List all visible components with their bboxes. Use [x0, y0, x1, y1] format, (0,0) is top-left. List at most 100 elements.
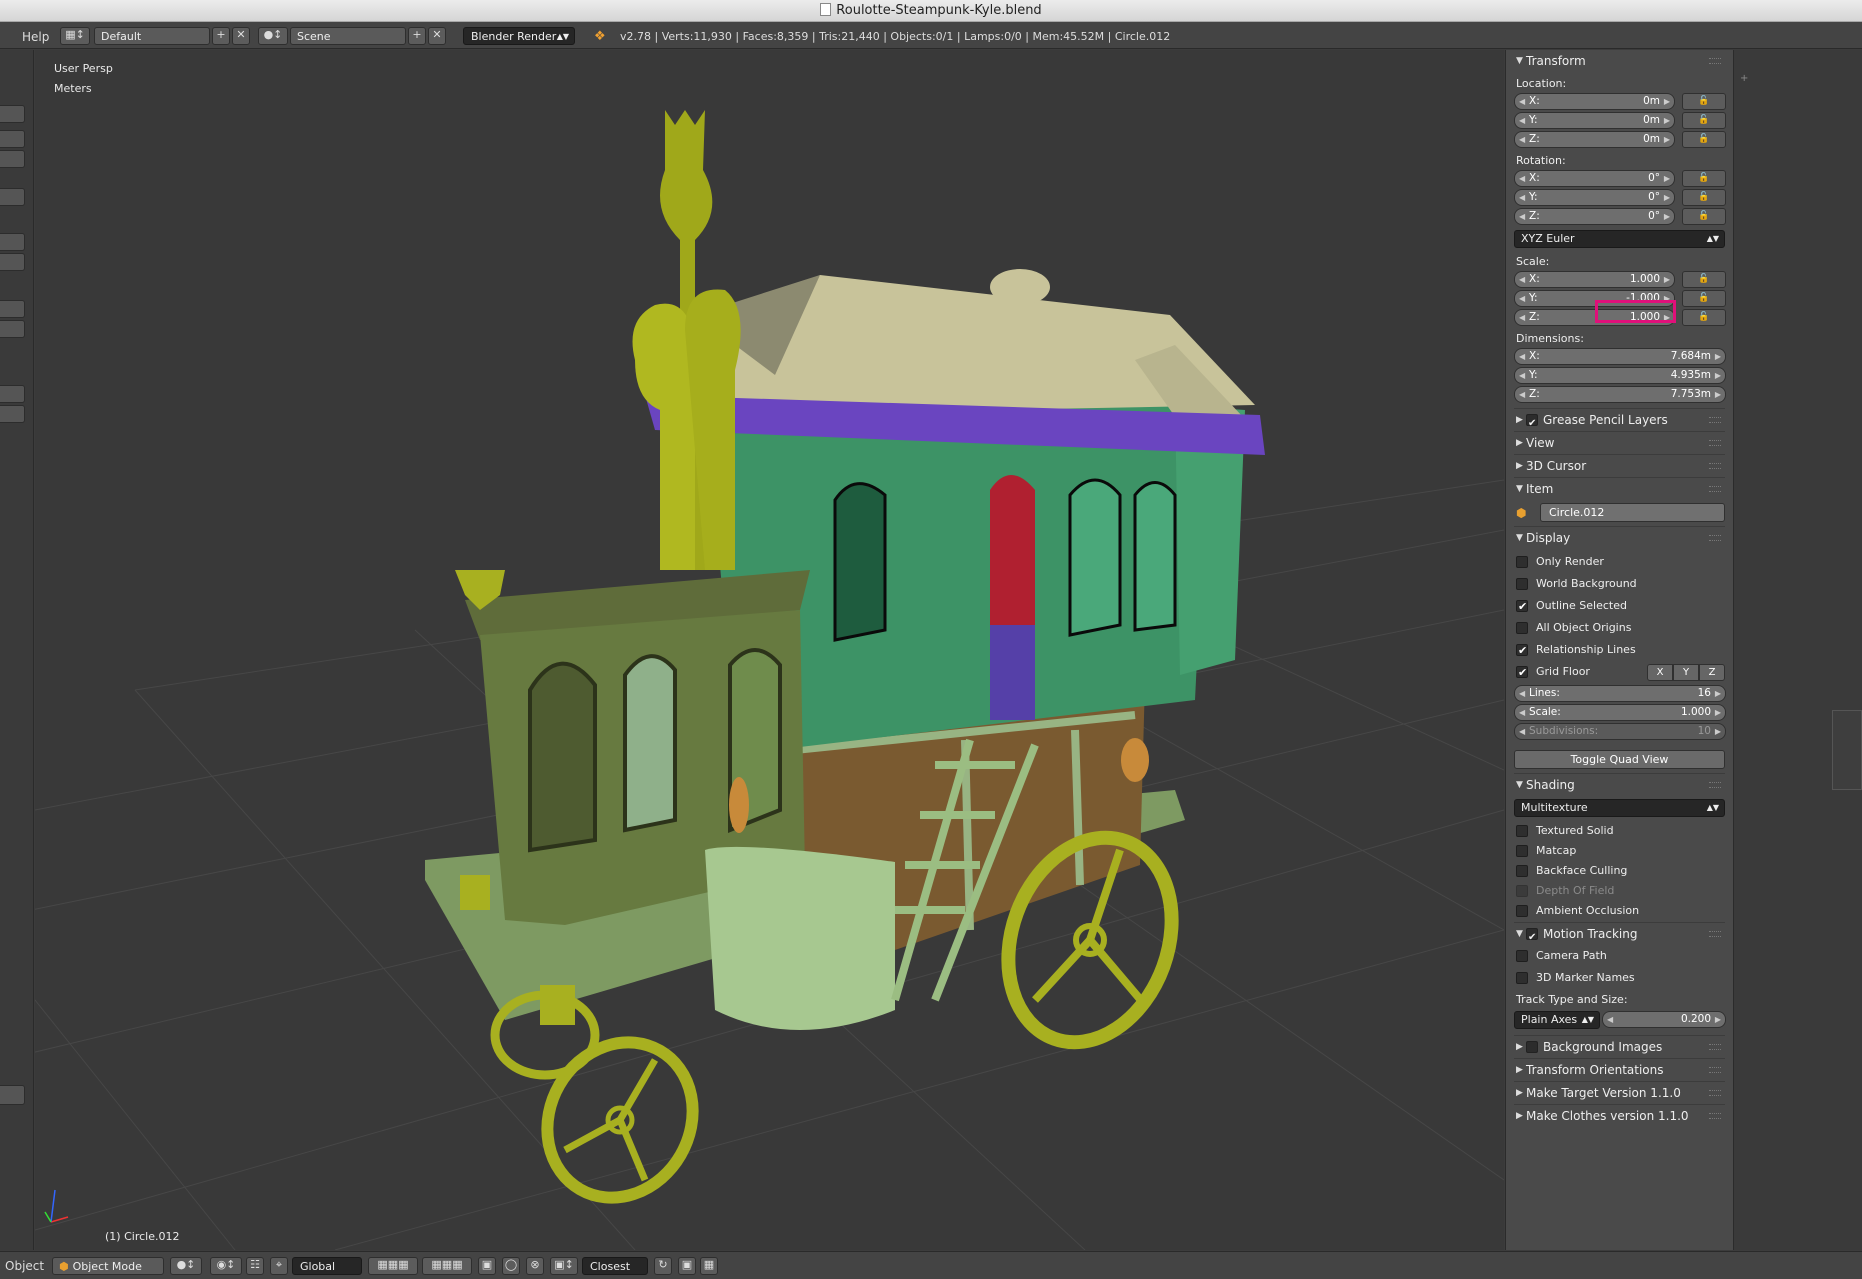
mode-selector[interactable]: ⬢ Object Mode	[52, 1257, 164, 1275]
make-target-header[interactable]: ▶ Make Target Version 1.1.0	[1514, 1081, 1725, 1104]
manipulator-icon[interactable]: ☷	[246, 1257, 264, 1275]
render-anim-icon[interactable]: ▦	[700, 1257, 718, 1275]
relationship-lines-checkbox[interactable]: Relationship Lines	[1514, 639, 1725, 662]
grid-floor-checkbox[interactable]: Grid Floor X Y Z	[1514, 661, 1725, 684]
grid-scale-field[interactable]: ◀ Scale: 1.000 ▶	[1514, 704, 1726, 721]
background-images-checkbox[interactable]	[1526, 1041, 1538, 1053]
outline-selected-checkbox[interactable]: Outline Selected	[1514, 595, 1725, 618]
lock-icon[interactable]: 🔓	[1682, 309, 1726, 326]
drag-grip-icon[interactable]	[1709, 417, 1721, 423]
track-size-field[interactable]: ◀ 0.200 ▶	[1602, 1011, 1726, 1028]
depth-of-field-checkbox[interactable]: Depth Of Field	[1514, 882, 1725, 900]
ambient-occlusion-checkbox[interactable]: Ambient Occlusion	[1514, 900, 1725, 922]
drag-grip-icon[interactable]	[1709, 463, 1721, 469]
tool-tab[interactable]	[0, 320, 25, 338]
vector-field[interactable]: ◀ Z: 7.753m ▶	[1514, 386, 1726, 403]
transform-orientations-header[interactable]: ▶ Transform Orientations	[1514, 1058, 1725, 1081]
display-header[interactable]: ▼ Display	[1514, 526, 1725, 549]
lock-icon[interactable]: 🔓	[1682, 131, 1726, 148]
render-still-icon[interactable]: ▣	[678, 1257, 696, 1275]
drag-grip-icon[interactable]	[1709, 1113, 1721, 1119]
lock-icon[interactable]: 🔓	[1682, 208, 1726, 225]
snap-element-icon[interactable]: ▣↕	[550, 1257, 578, 1275]
tool-tab[interactable]	[0, 105, 25, 123]
matcap-checkbox[interactable]: Matcap	[1514, 842, 1725, 860]
grid-axis-x-toggle[interactable]: X	[1647, 664, 1673, 681]
tool-tab[interactable]	[0, 1085, 25, 1105]
drag-grip-icon[interactable]	[1709, 535, 1721, 541]
tool-tab[interactable]	[0, 385, 25, 403]
camera-path-checkbox[interactable]: Camera Path	[1514, 945, 1725, 967]
remove-layout-icon[interactable]: ✕	[232, 27, 250, 45]
object-name-input[interactable]: Circle.012	[1540, 503, 1725, 522]
backface-culling-checkbox[interactable]: Backface Culling	[1514, 860, 1725, 882]
grid-lines-field[interactable]: ◀ Lines: 16 ▶	[1514, 685, 1726, 702]
lock-icon[interactable]: 🔓	[1682, 271, 1726, 288]
tool-tab[interactable]	[0, 405, 25, 423]
motion-tracking-header[interactable]: ▼ ✔ Motion Tracking	[1514, 922, 1725, 945]
shading-header[interactable]: ▼ Shading	[1514, 773, 1725, 796]
transform-orientation-icon[interactable]: ⌖	[270, 1257, 288, 1275]
lock-icon[interactable]: 🔓	[1682, 290, 1726, 307]
vector-field[interactable]: ◀ X: 0° ▶	[1514, 170, 1675, 187]
drag-grip-icon[interactable]	[1709, 486, 1721, 492]
grease-pencil-header[interactable]: ▶ ✔ Grease Pencil Layers	[1514, 408, 1725, 431]
transform-header[interactable]: ▼ Transform	[1514, 50, 1725, 73]
area-corner-widget[interactable]	[1832, 710, 1862, 790]
vector-field[interactable]: ◀ X: 0m ▶	[1514, 93, 1675, 110]
snap-rotate-icon[interactable]: ↻	[654, 1257, 672, 1275]
only-render-checkbox[interactable]: Only Render	[1514, 551, 1725, 573]
drag-grip-icon[interactable]	[1709, 440, 1721, 446]
drag-grip-icon[interactable]	[1709, 931, 1721, 937]
help-menu[interactable]: Help	[22, 30, 49, 48]
vector-field[interactable]: ◀ Y: 0m ▶	[1514, 112, 1675, 129]
vector-field[interactable]: ◀ X: 1.000 ▶	[1514, 271, 1675, 288]
lock-icon[interactable]: 🔓	[1682, 112, 1726, 129]
drag-grip-icon[interactable]	[1709, 1067, 1721, 1073]
add-layout-icon[interactable]: +	[212, 27, 230, 45]
scene-selector[interactable]: Scene	[290, 27, 406, 45]
tool-tab[interactable]	[0, 300, 25, 318]
vector-field[interactable]: ◀ Z: 0° ▶	[1514, 208, 1675, 225]
grid-axis-z-toggle[interactable]: Z	[1699, 664, 1725, 681]
layout-selector[interactable]: Default	[94, 27, 210, 45]
toggle-quad-view-button[interactable]: Toggle Quad View	[1514, 750, 1725, 769]
scene-icon[interactable]: ●↕	[258, 27, 288, 45]
textured-solid-checkbox[interactable]: Textured Solid	[1514, 820, 1725, 842]
3d-viewport[interactable]: User Persp Meters (1) Circle.012	[35, 50, 1504, 1250]
lock-icon[interactable]: ▣	[478, 1257, 496, 1275]
grid-axis-y-toggle[interactable]: Y	[1673, 664, 1699, 681]
make-clothes-header[interactable]: ▶ Make Clothes version 1.1.0	[1514, 1104, 1725, 1127]
orientation-selector[interactable]: Global	[292, 1257, 362, 1275]
snap-target-selector[interactable]: Closest	[582, 1257, 648, 1275]
snap-icon[interactable]: ⊗	[526, 1257, 544, 1275]
pivot-point-icon[interactable]: ◉↕	[210, 1257, 242, 1275]
screen-layout-icon[interactable]: ▦↕	[60, 27, 90, 45]
tool-tab[interactable]	[0, 150, 25, 168]
add-scene-icon[interactable]: +	[408, 27, 426, 45]
remove-scene-icon[interactable]: ✕	[428, 27, 446, 45]
grease-pencil-checkbox[interactable]: ✔	[1526, 414, 1538, 429]
grid-subdivisions-field[interactable]: ◀ Subdivisions: 10 ▶	[1514, 723, 1726, 740]
all-origins-checkbox[interactable]: All Object Origins	[1514, 617, 1725, 639]
proportional-edit-icon[interactable]: ◯	[502, 1257, 520, 1275]
world-background-checkbox[interactable]: World Background	[1514, 573, 1725, 595]
drag-grip-icon[interactable]	[1709, 1090, 1721, 1096]
lock-icon[interactable]: 🔓	[1682, 170, 1726, 187]
drag-grip-icon[interactable]	[1709, 58, 1721, 64]
marker-names-checkbox[interactable]: 3D Marker Names	[1514, 967, 1725, 989]
layers-icon[interactable]: ▦▦▦	[368, 1257, 418, 1275]
track-type-dropdown[interactable]: Plain Axes ▲▼	[1514, 1011, 1600, 1029]
view-header[interactable]: ▶ View	[1514, 431, 1725, 454]
layers-icon[interactable]: ▦▦▦	[422, 1257, 472, 1275]
tool-tab[interactable]	[0, 188, 25, 206]
lock-icon[interactable]: 🔓	[1682, 93, 1726, 110]
vector-field[interactable]: ◀ Y: 0° ▶	[1514, 189, 1675, 206]
object-menu[interactable]: Object	[5, 1259, 44, 1277]
vector-field[interactable]: ◀ Y: 4.935m ▶	[1514, 367, 1726, 384]
background-images-header[interactable]: ▶ Background Images	[1514, 1035, 1725, 1058]
motion-tracking-checkbox[interactable]: ✔	[1526, 928, 1538, 943]
tool-tab[interactable]	[0, 130, 25, 148]
render-engine-selector[interactable]: Blender Render ▲▼	[463, 27, 575, 45]
rotation-mode-dropdown[interactable]: XYZ Euler ▲▼	[1514, 230, 1725, 248]
